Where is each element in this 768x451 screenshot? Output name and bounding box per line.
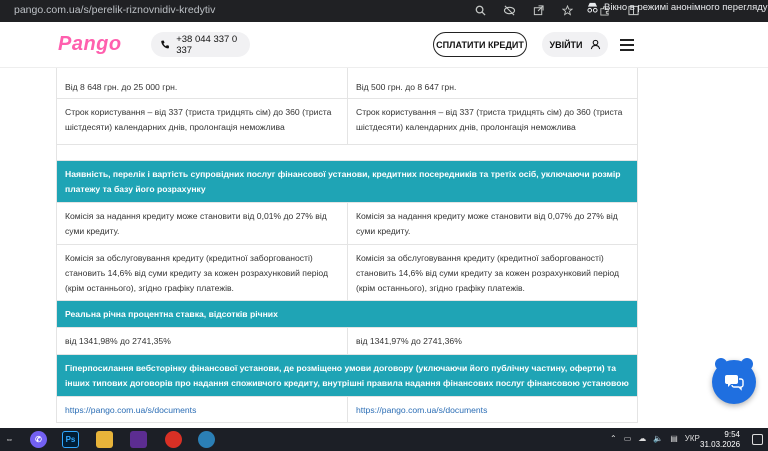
table-row: Строк користування – від 337 (триста три… [57, 99, 637, 145]
table-cell: Від 8 648 грн. до 25 000 грн. [65, 82, 178, 92]
phone-icon [161, 40, 169, 49]
incognito-label: Вікно в режимі анонімного перегляду [604, 2, 768, 13]
documents-link[interactable]: https://pango.com.ua/s/documents [57, 397, 347, 422]
table-cell: Строк користування – від 337 (триста три… [347, 99, 637, 144]
file-explorer-icon[interactable] [96, 431, 113, 448]
section-header: Реальна річна процентна ставка, відсоткі… [57, 301, 637, 328]
login-label: УВІЙТИ [549, 39, 583, 50]
url-text[interactable]: pango.com.ua/s/perelik-riznovnidiv-kredy… [14, 4, 215, 16]
incognito-icon [587, 2, 598, 13]
cloud-icon[interactable]: ☁ [638, 434, 646, 443]
notifications-icon[interactable] [752, 434, 763, 445]
chat-widget-button[interactable] [712, 358, 756, 404]
clock-time: 9:54 [724, 430, 740, 439]
table-row: від 1341,98% до 2741,35% від 1341,97% до… [57, 328, 637, 355]
clock-date: 31.03.2026 [700, 440, 741, 449]
menu-icon[interactable] [620, 39, 634, 51]
language-indicator[interactable]: УКР [685, 434, 700, 443]
table-row: https://pango.com.ua/s/documents https:/… [57, 397, 637, 423]
share-icon[interactable] [530, 2, 546, 18]
spacer-row [57, 145, 637, 161]
phone-number: +38 044 337 0 337 [176, 33, 238, 56]
app-icon[interactable] [130, 431, 147, 448]
browser-toolbar: pango.com.ua/s/perelik-riznovnidiv-kredy… [0, 0, 768, 22]
section-header: Наявність, перелік і вартість супровідни… [57, 161, 637, 203]
table-cell: від 1341,98% до 2741,35% [65, 336, 171, 346]
address-bar[interactable]: pango.com.ua/s/perelik-riznovnidiv-kredy… [0, 0, 768, 22]
photoshop-icon[interactable]: Ps [62, 431, 79, 448]
chevron-up-icon[interactable]: ⌃ [610, 434, 617, 443]
chat-bubble-icon [725, 375, 744, 391]
table-cell: Від 500 грн. до 8 647 грн. [347, 68, 637, 98]
taskview-icon[interactable]: ⇔ [1, 431, 18, 448]
volume-icon[interactable]: 🔈 [653, 434, 663, 443]
display-icon[interactable]: ▭ [624, 434, 632, 443]
table-cell: Строк користування – від 337 (триста три… [65, 107, 332, 132]
table-cell: Комісія за надання кредиту може становит… [347, 203, 637, 244]
documents-link[interactable]: https://pango.com.ua/s/documents [347, 397, 637, 422]
network-icon[interactable]: ▤ [670, 434, 678, 443]
system-tray: ⌃ ▭ ☁ 🔈 ▤ УКР [610, 434, 700, 443]
table-cell: Комісія за обслуговування кредиту (креди… [65, 253, 329, 293]
incognito-badge[interactable]: Вікно в режимі анонімного перегляду [586, 2, 768, 13]
table-cell: від 1341,97% до 2741,36% [347, 328, 637, 354]
table-cell: Комісія за надання кредиту може становит… [65, 211, 327, 236]
web-page: Pango +38 044 337 0 337 СПЛАТИТИ КРЕДИТ … [0, 22, 768, 428]
user-icon [590, 39, 600, 50]
clock[interactable]: 9:54 31.03.2026 [700, 430, 740, 450]
taskbar: ⇔ ✆ Ps ⌃ ▭ ☁ 🔈 ▤ УКР 9:54 31.03.2026 [0, 428, 768, 451]
eye-off-icon[interactable] [501, 2, 517, 18]
app-icon[interactable] [165, 431, 182, 448]
viber-icon[interactable]: ✆ [30, 431, 47, 448]
phone-button[interactable]: +38 044 337 0 337 [151, 32, 250, 57]
table-row: Комісія за обслуговування кредиту (креди… [57, 245, 637, 301]
credit-terms-table: Від 8 648 грн. до 25 000 грн. Від 500 гр… [56, 68, 638, 423]
site-header: Pango +38 044 337 0 337 СПЛАТИТИ КРЕДИТ … [0, 22, 768, 68]
site-logo[interactable]: Pango [58, 33, 122, 56]
star-icon[interactable] [559, 2, 575, 18]
table-cell: Комісія за обслуговування кредиту (креди… [347, 245, 637, 300]
app-icon[interactable] [198, 431, 215, 448]
section-header: Гіперпосилання вебсторінку фінансової ус… [57, 355, 637, 397]
login-button[interactable]: УВІЙТИ [542, 32, 608, 57]
search-icon[interactable] [472, 2, 488, 18]
pay-credit-button[interactable]: СПЛАТИТИ КРЕДИТ [433, 32, 527, 57]
table-row: Від 8 648 грн. до 25 000 грн. Від 500 гр… [57, 68, 637, 99]
table-row: Комісія за надання кредиту може становит… [57, 203, 637, 245]
